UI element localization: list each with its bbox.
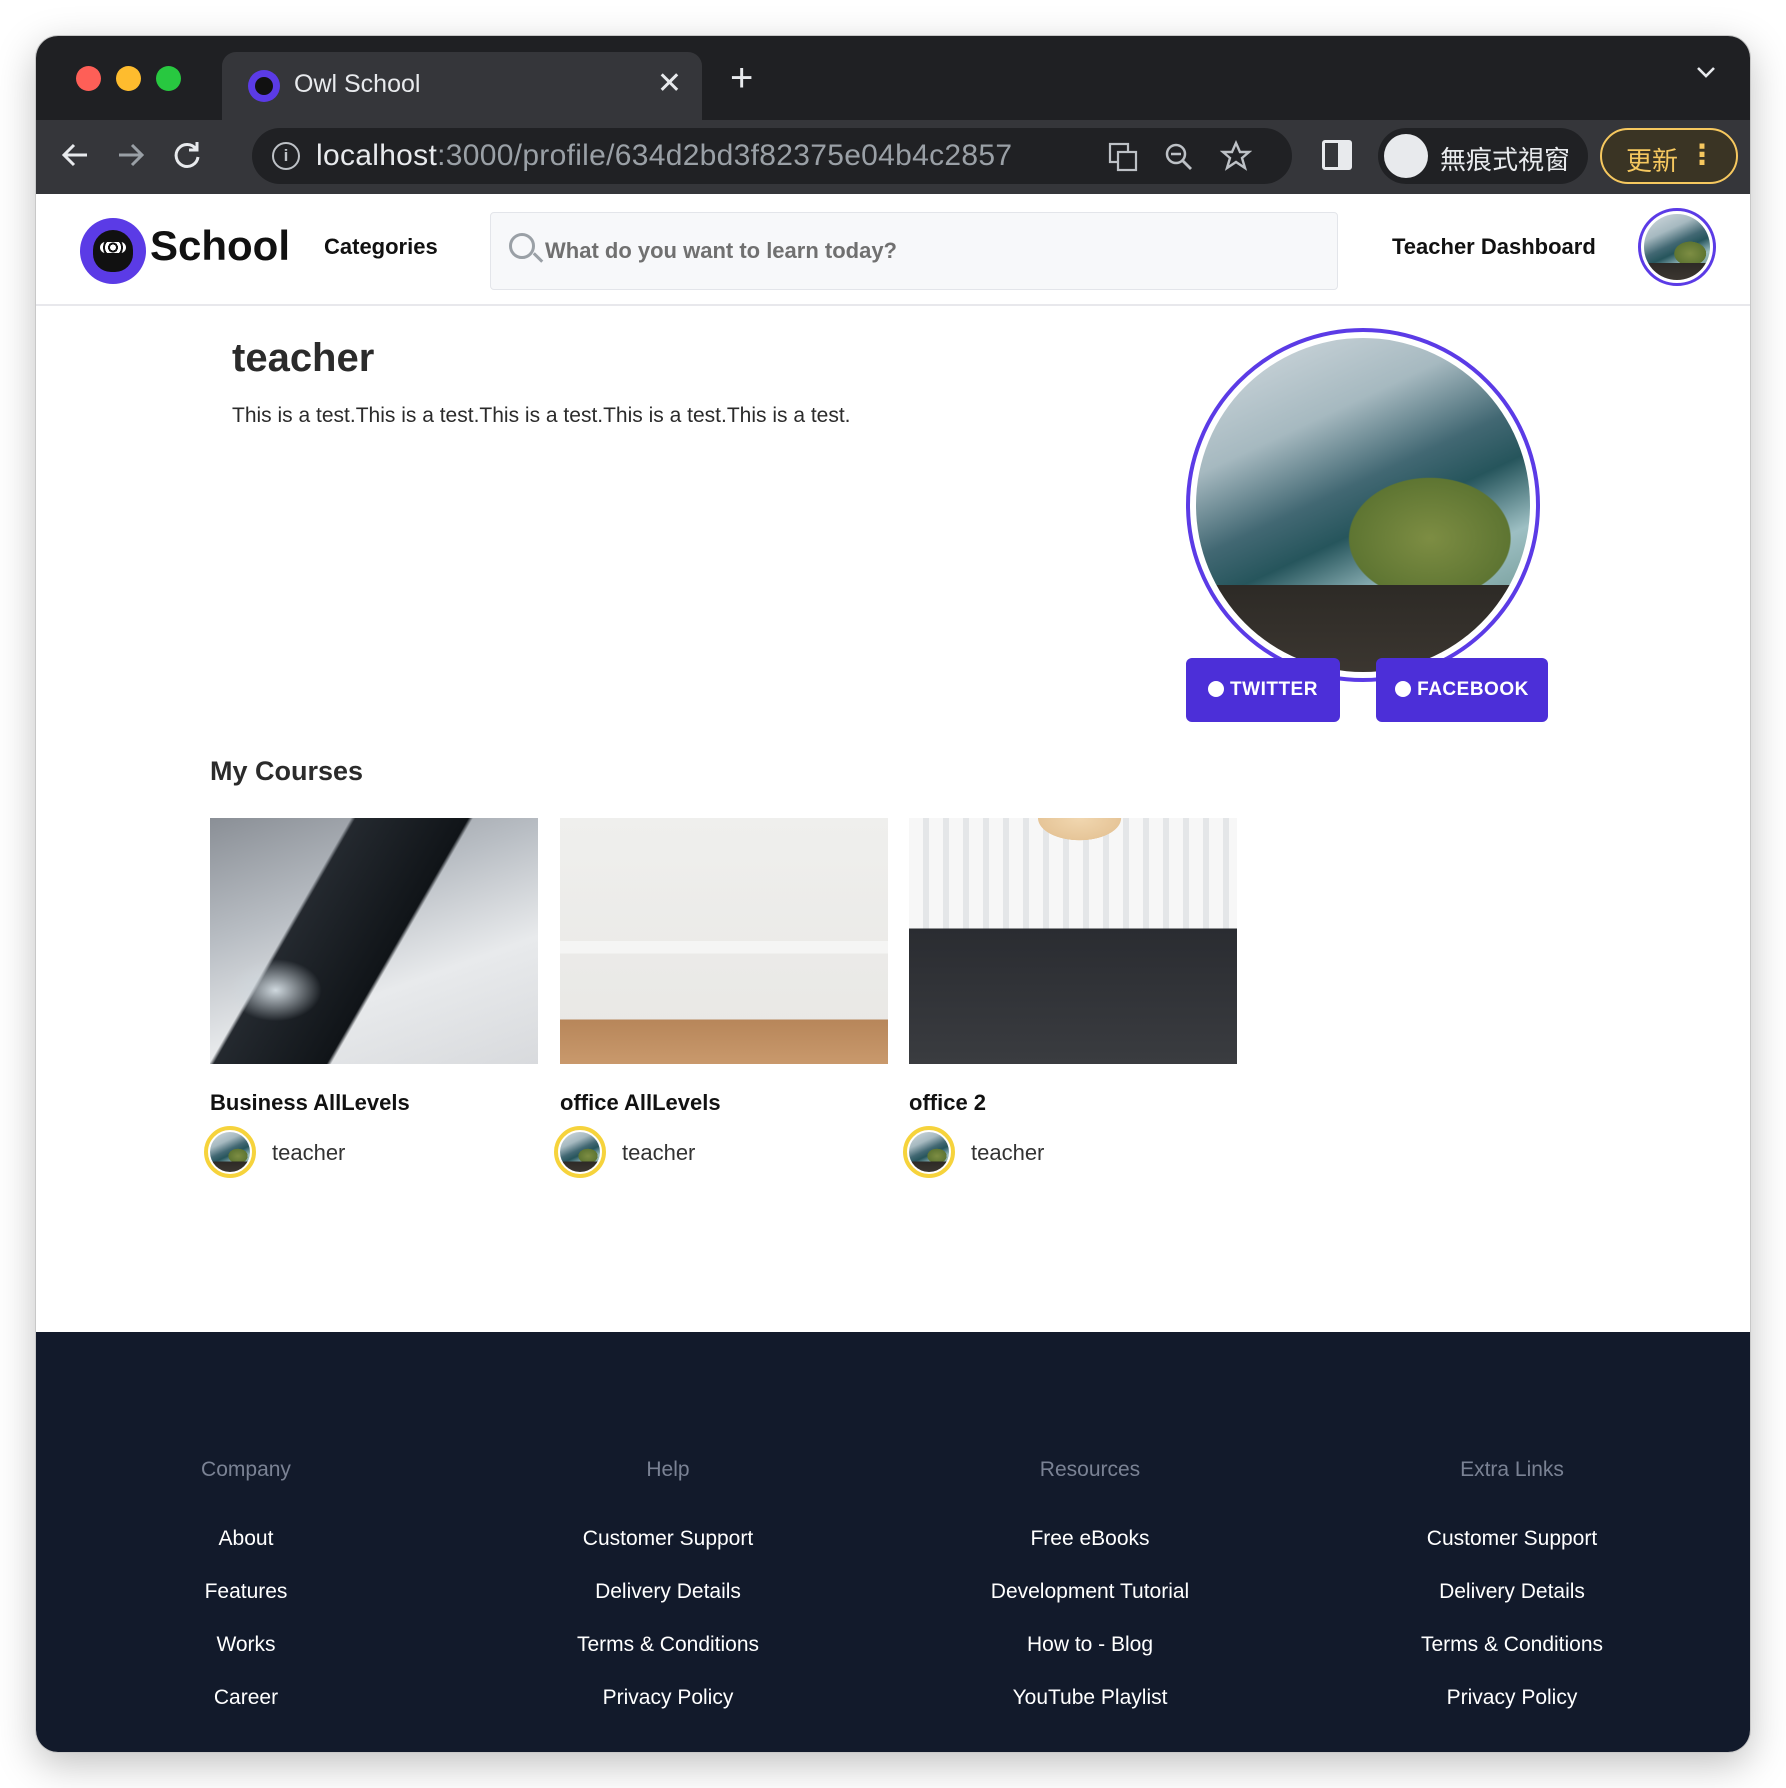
footer-link[interactable]: Terms & Conditions [1302, 1632, 1722, 1685]
author-avatar [554, 1126, 606, 1178]
facebook-icon [1395, 681, 1412, 697]
footer-column-title: Help [646, 1458, 690, 1481]
back-arrow-icon[interactable] [60, 140, 90, 170]
zoom-out-icon[interactable] [1164, 142, 1194, 172]
footer-link[interactable]: About [36, 1526, 456, 1579]
address-bar[interactable]: i localhost:3000/profile/634d2bd3f82375e… [252, 128, 1292, 184]
my-courses-title: My Courses [210, 756, 364, 786]
footer-link[interactable]: Delivery Details [458, 1579, 878, 1632]
profile-image [1196, 338, 1530, 672]
author-avatar [903, 1126, 955, 1178]
reload-icon[interactable] [172, 140, 202, 170]
course-thumbnail[interactable] [909, 818, 1237, 1064]
course-card[interactable]: office 2 teacher [903, 818, 1237, 1178]
incognito-icon [1384, 134, 1428, 178]
course-title[interactable]: office AllLevels [560, 1090, 721, 1116]
footer-link[interactable]: Customer Support [1302, 1526, 1722, 1579]
forward-arrow-icon[interactable] [116, 140, 146, 170]
author-name: teacher [622, 1140, 696, 1165]
footer-column-extra-links: Extra Links Customer Support Delivery De… [1302, 1458, 1722, 1738]
course-thumbnail[interactable] [560, 818, 888, 1064]
course-card[interactable]: office AllLevels teacher [554, 818, 888, 1178]
teacher-dashboard-link[interactable]: Teacher Dashboard [1392, 234, 1596, 260]
footer-column-company: Company About Features Works Career [36, 1458, 456, 1738]
user-avatar[interactable] [1638, 208, 1716, 286]
footer-link[interactable]: Career [36, 1685, 456, 1738]
more-menu-icon[interactable]: ⋮ [1688, 138, 1716, 171]
footer-link[interactable]: Delivery Details [1302, 1579, 1722, 1632]
browser-window: Owl School ✕ + i localhost:3000/profile/… [36, 36, 1750, 1752]
minimize-window-button[interactable] [116, 66, 141, 91]
owl-favicon-icon [248, 70, 280, 102]
incognito-indicator[interactable]: 無痕式視窗 [1378, 128, 1588, 184]
footer-link[interactable]: How to - Blog [880, 1632, 1300, 1685]
site-header: School Categories Teacher Dashboard [36, 194, 1750, 306]
footer-column-resources: Resources Free eBooks Development Tutori… [880, 1458, 1300, 1738]
bookmark-star-icon[interactable] [1220, 140, 1252, 172]
course-thumbnail[interactable] [210, 818, 538, 1064]
footer-link[interactable]: Privacy Policy [1302, 1685, 1722, 1738]
close-window-button[interactable] [76, 66, 101, 91]
search-box[interactable] [490, 212, 1338, 290]
footer-link[interactable]: Terms & Conditions [458, 1632, 878, 1685]
footer-column-title: Extra Links [1460, 1458, 1564, 1481]
footer-link[interactable]: YouTube Playlist [880, 1685, 1300, 1738]
course-title[interactable]: office 2 [909, 1090, 986, 1116]
footer-link[interactable]: Works [36, 1632, 456, 1685]
update-label: 更新 [1626, 147, 1679, 177]
twitter-label: TWITTER [1230, 679, 1318, 700]
footer-column-title: Resources [1039, 1458, 1141, 1481]
profile-bio: This is a test.This is a test.This is a … [232, 404, 851, 427]
footer-link[interactable]: Features [36, 1579, 456, 1632]
maximize-window-button[interactable] [156, 66, 181, 91]
course-title[interactable]: Business AllLevels [210, 1090, 410, 1116]
site-footer: Company About Features Works Career Help… [36, 1332, 1750, 1752]
incognito-label: 無痕式視窗 [1440, 146, 1571, 176]
tab-search-chevron-icon[interactable] [1696, 62, 1716, 82]
tab-close-icon[interactable]: ✕ [657, 66, 682, 101]
author-name: teacher [272, 1140, 346, 1165]
tab-strip: Owl School ✕ + [36, 36, 1750, 120]
url-text: localhost:3000/profile/634d2bd3f82375e04… [316, 139, 1013, 172]
logo-text[interactable]: School [150, 222, 290, 270]
author-name: teacher [971, 1140, 1045, 1165]
categories-link[interactable]: Categories [324, 234, 438, 260]
facebook-label: FACEBOOK [1417, 679, 1529, 700]
avatar-image [1644, 214, 1710, 280]
profile-name: teacher [232, 336, 375, 380]
footer-link[interactable]: Free eBooks [880, 1526, 1300, 1579]
profile-photo [1186, 328, 1540, 682]
footer-link[interactable]: Customer Support [458, 1526, 878, 1579]
twitter-icon [1208, 681, 1225, 697]
twitter-button[interactable]: TWITTER [1186, 658, 1340, 722]
browser-toolbar: i localhost:3000/profile/634d2bd3f82375e… [36, 120, 1750, 194]
facebook-button[interactable]: FACEBOOK [1376, 658, 1548, 722]
site-info-icon[interactable]: i [272, 142, 300, 170]
search-icon [509, 233, 535, 259]
tab-title: Owl School [294, 70, 421, 98]
footer-column-title: Company [201, 1458, 291, 1481]
author-avatar [204, 1126, 256, 1178]
search-input[interactable] [545, 213, 1325, 289]
browser-tab[interactable]: Owl School ✕ [222, 52, 702, 120]
footer-link[interactable]: Development Tutorial [880, 1579, 1300, 1632]
owl-logo-icon[interactable] [80, 218, 146, 284]
footer-column-help: Help Customer Support Delivery Details T… [458, 1458, 878, 1738]
translate-icon[interactable] [1108, 142, 1138, 172]
new-tab-button[interactable]: + [730, 56, 753, 101]
footer-link[interactable]: Privacy Policy [458, 1685, 878, 1738]
update-button[interactable]: 更新 ⋮ [1600, 128, 1738, 184]
side-panel-icon[interactable] [1322, 140, 1352, 170]
course-card[interactable]: Business AllLevels teacher [204, 818, 538, 1178]
